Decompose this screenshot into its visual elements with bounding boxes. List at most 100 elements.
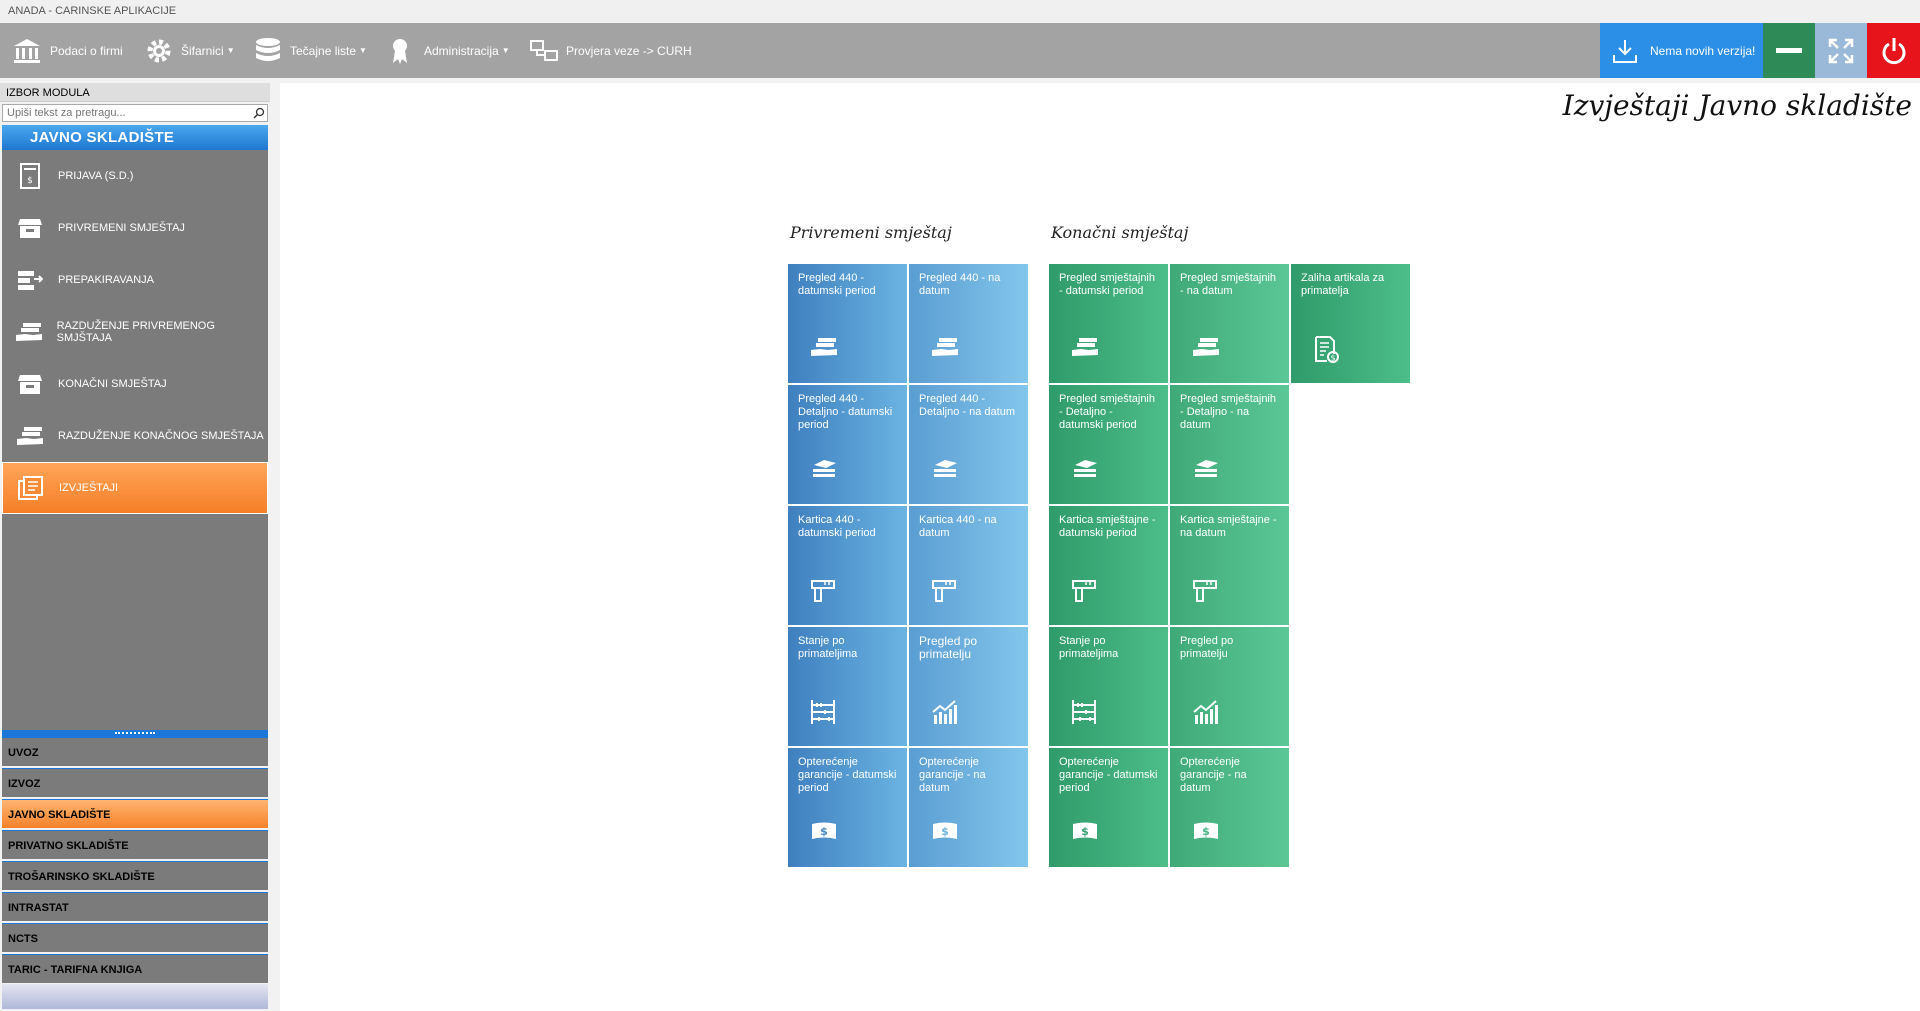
- module-trosarinsko-skladiste[interactable]: TROŠARINSKO SKLADIŠTE: [2, 861, 268, 890]
- sidebar-item-label: PRIVREMENI SMJEŠTAJ: [58, 222, 185, 234]
- tile-label: Pregled smještajnih - Detaljno - datumsk…: [1059, 393, 1155, 431]
- exchange-rates-menu[interactable]: Tečajne liste ▼: [254, 23, 367, 78]
- stack-icon: [813, 460, 836, 477]
- sidebar-item-prepakiravanja[interactable]: PREPAKIRAVANJA: [2, 254, 268, 306]
- award-icon: [393, 38, 407, 64]
- tile-label: Kartica 440 - datumski period: [798, 514, 876, 539]
- tile-label: Pregled smještajnih - datumski period: [1059, 272, 1155, 297]
- tile-pregled-440-datum[interactable]: Pregled 440 - na datum: [909, 264, 1028, 383]
- growth-chart-icon: [932, 700, 957, 724]
- sidebar-item-izvjestaji[interactable]: IZVJEŠTAJI: [2, 462, 268, 514]
- sidebar-group-title: JAVNO SKLADIŠTE: [2, 125, 268, 150]
- svg-text:$: $: [27, 176, 33, 186]
- sidebar-item-label: RAZDUŽENJE KONAČNOG SMJEŠTAJA: [58, 430, 264, 442]
- maximize-button[interactable]: [1815, 23, 1867, 78]
- module-izvoz[interactable]: IZVOZ: [2, 768, 268, 797]
- hand-stack-icon: [1072, 338, 1098, 356]
- tile-label: Zaliha artikala za primatelja: [1301, 272, 1385, 297]
- tile-kartica-440-period[interactable]: Kartica 440 - datumski period: [788, 506, 907, 625]
- tile-pregled-smjestajnih-datum[interactable]: Pregled smještajnih - na datum: [1170, 264, 1289, 383]
- tile-label: Pregled 440 - datumski period: [798, 272, 876, 297]
- tile-opterecenje-garancije-period[interactable]: Opterećenje garancije - datumski period …: [788, 748, 907, 867]
- minimize-button[interactable]: [1763, 23, 1815, 78]
- tile-label: Pregled po primatelju: [919, 634, 978, 661]
- connection-check-button[interactable]: Provjera veze -> CURH: [530, 23, 692, 78]
- svg-text:$: $: [941, 825, 949, 838]
- sidebar-item-label: PREPAKIRAVANJA: [58, 274, 154, 286]
- sidebar-item-razduzenje-privremenog[interactable]: RAZDUŽENJE PRIVREMENOG SMJŠTAJA: [2, 306, 268, 358]
- tile-label: Kartica smještajne - na datum: [1180, 514, 1277, 539]
- module-uvoz[interactable]: UVOZ: [2, 737, 268, 766]
- sidebar-item-label: IZVJEŠTAJI: [59, 482, 119, 494]
- connection-check-label: Provjera veze -> CURH: [566, 43, 692, 58]
- section-title-final: Konačni smještaj: [1051, 223, 1189, 242]
- stack-hand-icon: [17, 427, 43, 445]
- ruler-icon: [1193, 580, 1217, 602]
- power-button[interactable]: [1867, 23, 1920, 78]
- codebooks-menu[interactable]: Šifarnici ▼: [145, 23, 235, 78]
- module-search-input[interactable]: [2, 104, 268, 122]
- page-title: Izvještaji Javno skladište: [1562, 89, 1912, 122]
- tile-opterecenje-garancije-datum[interactable]: Opterećenje garancije - na datum $: [909, 748, 1028, 867]
- module-intrastat[interactable]: INTRASTAT: [2, 892, 268, 921]
- sidebar-splitter[interactable]: [2, 730, 268, 737]
- gear-icon: [147, 39, 171, 62]
- network-icon: [530, 39, 558, 61]
- chevron-down-icon: ▼: [359, 46, 367, 55]
- tile-label: Kartica smještajne - datumski period: [1059, 514, 1156, 539]
- abacus-icon: [1072, 700, 1096, 724]
- sidebar-item-razduzenje-konacnog[interactable]: RAZDUŽENJE KONAČNOG SMJEŠTAJA: [2, 410, 268, 462]
- tile-pregled-po-primatelju-final[interactable]: Pregled po primatelju: [1170, 627, 1289, 746]
- banknote-icon: $: [1194, 822, 1218, 839]
- tile-stanje-po-primateljima[interactable]: Stanje po primateljima: [788, 627, 907, 746]
- tile-label: Opterećenje garancije - na datum: [1180, 756, 1247, 794]
- tile-opterecenje-garancije-datum-final[interactable]: Opterećenje garancije - na datum $: [1170, 748, 1289, 867]
- tile-pregled-smjestajnih-period[interactable]: Pregled smještajnih - datumski period: [1049, 264, 1168, 383]
- stack-icon: [1074, 460, 1097, 477]
- updates-button[interactable]: Nema novih verzija!: [1600, 23, 1763, 78]
- chevron-down-icon: ▼: [501, 46, 510, 55]
- stack-hand-icon: [16, 323, 43, 341]
- module-privatno-skladiste[interactable]: PRIVATNO SKLADIŠTE: [2, 830, 268, 859]
- tile-zaliha-artikala[interactable]: Zaliha artikala za primatelja $: [1291, 264, 1410, 383]
- sidebar-item-konacni-smjestaj[interactable]: KONAČNI SMJEŠTAJ: [2, 358, 268, 410]
- module-javno-skladiste[interactable]: JAVNO SKLADIŠTE: [2, 799, 268, 828]
- module-ncts[interactable]: NCTS: [2, 923, 268, 952]
- svg-text:$: $: [1202, 825, 1210, 838]
- report-icon: [18, 476, 43, 500]
- hand-stack-icon: [811, 338, 837, 356]
- tile-pregled-440-detaljno-datum[interactable]: Pregled 440 - Detaljno - na datum: [909, 385, 1028, 504]
- module-taric[interactable]: TARIC - TARIFNA KNJIGA: [2, 954, 268, 983]
- sidebar-item-prijava[interactable]: $ PRIJAVA (S.D.): [2, 150, 268, 202]
- tile-kartica-440-datum[interactable]: Kartica 440 - na datum: [909, 506, 1028, 625]
- tile-opterecenje-garancije-period-final[interactable]: Opterećenje garancije - datumski period …: [1049, 748, 1168, 867]
- tile-pregled-po-primatelju[interactable]: Pregled po primatelju: [909, 627, 1028, 746]
- repack-icon: [18, 271, 43, 290]
- administration-menu[interactable]: Administracija ▼: [390, 23, 510, 78]
- stack-icon: [1195, 460, 1218, 477]
- svg-text:$: $: [820, 825, 828, 838]
- tile-pregled-smjestajnih-detaljno-period[interactable]: Pregled smještajnih - Detaljno - datumsk…: [1049, 385, 1168, 504]
- tile-kartica-smjestajne-period[interactable]: Kartica smještajne - datumski period: [1049, 506, 1168, 625]
- minus-icon: [1776, 47, 1802, 53]
- tile-pregled-smjestajnih-detaljno-datum[interactable]: Pregled smještajnih - Detaljno - na datu…: [1170, 385, 1289, 504]
- hand-stack-icon: [1193, 338, 1219, 356]
- company-info-button[interactable]: Podaci o firmi: [12, 23, 123, 78]
- tile-label: Kartica 440 - na datum: [919, 514, 997, 539]
- tile-pregled-440-period[interactable]: Pregled 440 - datumski period: [788, 264, 907, 383]
- tile-label: Opterećenje garancije - na datum: [919, 756, 986, 794]
- tile-label: Pregled 440 - Detaljno - datumski period: [798, 393, 893, 431]
- tile-pregled-440-detaljno-period[interactable]: Pregled 440 - Detaljno - datumski period: [788, 385, 907, 504]
- receipt-icon: $: [20, 163, 40, 189]
- section-title-temporary: Privremeni smještaj: [790, 223, 952, 242]
- tile-stanje-po-primateljima-final[interactable]: Stanje po primateljima: [1049, 627, 1168, 746]
- storage-box-icon: [18, 219, 42, 238]
- database-icon: [256, 37, 280, 61]
- sidebar-item-label: PRIJAVA (S.D.): [58, 170, 134, 182]
- banknote-icon: $: [933, 822, 957, 839]
- sidebar-item-privremeni-smjestaj[interactable]: PRIVREMENI SMJEŠTAJ: [2, 202, 268, 254]
- tile-kartica-smjestajne-datum[interactable]: Kartica smještajne - na datum: [1170, 506, 1289, 625]
- svg-text:$: $: [1081, 825, 1089, 838]
- tile-label: Opterećenje garancije - datumski period: [798, 756, 897, 794]
- banknote-icon: $: [812, 822, 836, 839]
